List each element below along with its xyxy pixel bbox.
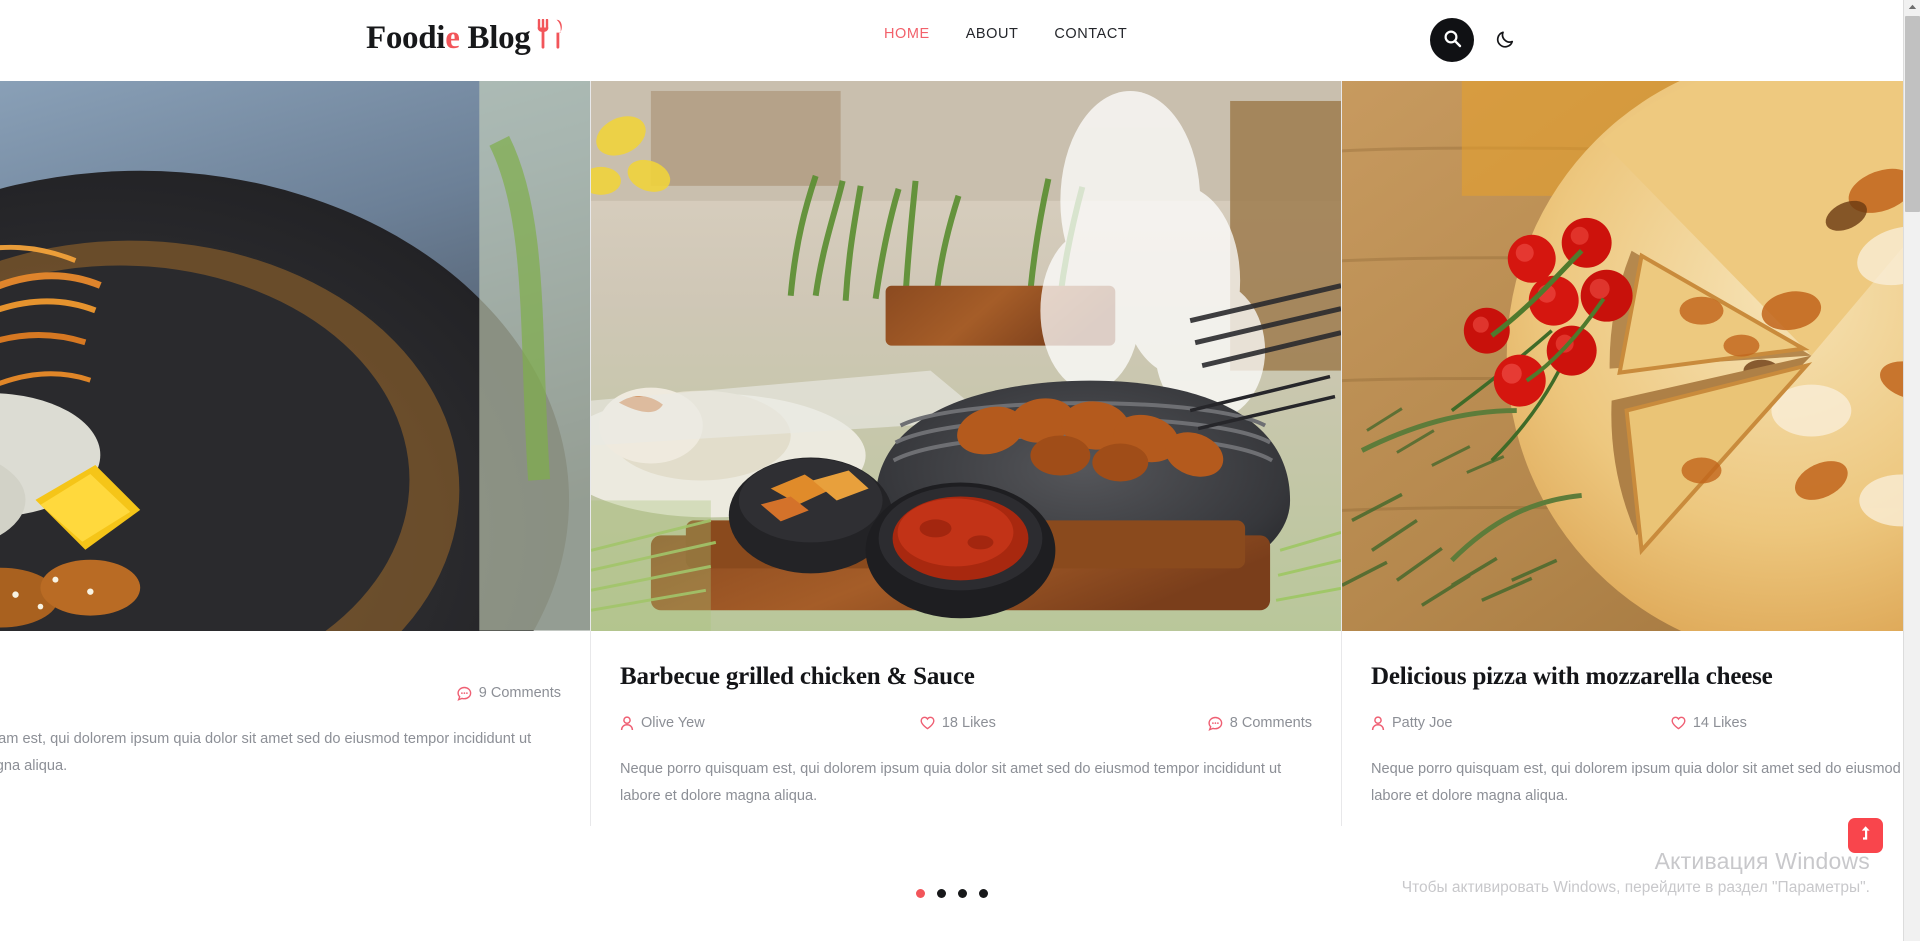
carousel-pagination (0, 889, 1903, 898)
post-likes-label: 18 Likes (941, 715, 996, 731)
brand-text: Foodie Blog (366, 20, 531, 57)
scroll-to-top-button[interactable] (1848, 818, 1883, 853)
post-comments-label: 8 Comments (1229, 715, 1312, 731)
post-carousel: 9 Comments Neque porro quisquam est, qui… (0, 81, 1903, 826)
nav-item-about-label: ABOUT (965, 26, 1019, 42)
post-excerpt: Neque porro quisquam est, qui dolorem ip… (0, 731, 532, 774)
post-likes: 18 Likes (920, 715, 1208, 731)
nav-item-home-label: HOME (884, 26, 930, 42)
user-icon (620, 715, 634, 731)
site-header: Foodie Blog HOME ABOUT CONTACT (0, 0, 1903, 81)
post-excerpt: Neque porro quisquam est, qui dolorem ip… (620, 761, 1282, 804)
post-meta: 9 Comments (0, 684, 561, 702)
post-comments: 9 Comments (457, 685, 561, 701)
comment-icon (457, 686, 472, 701)
post-body: 9 Comments Neque porro quisquam est, qui… (0, 632, 590, 826)
moon-icon (1496, 29, 1516, 52)
post-meta: Olive Yew 18 Likes 8 Comments (620, 714, 1312, 732)
brand-text-part2: Blog (459, 20, 531, 56)
post-card[interactable]: 9 Comments Neque porro quisquam est, qui… (0, 81, 591, 826)
windows-activation-title: Активация Windows (1654, 848, 1870, 874)
comment-icon (1208, 716, 1223, 731)
scrollbar-thumb[interactable] (1905, 16, 1920, 212)
post-title[interactable]: Delicious pizza with mozzarella cheese (1371, 662, 1903, 692)
arrow-up-icon (1857, 825, 1874, 846)
post-body: Barbecue grilled chicken & Sauce Olive Y… (591, 632, 1341, 826)
post-author-label: Olive Yew (641, 715, 705, 731)
post-likes: 14 Likes (1671, 715, 1903, 731)
post-body: Delicious pizza with mozzarella cheese P… (1342, 632, 1903, 826)
post-likes-label: 14 Likes (1692, 715, 1747, 731)
post-title[interactable]: Barbecue grilled chicken & Sauce (620, 662, 1312, 692)
browser-scrollbar[interactable] (1903, 0, 1920, 941)
nav-item-about[interactable]: ABOUT (966, 26, 1019, 42)
heart-icon (1671, 716, 1686, 730)
site-logo[interactable]: Foodie Blog (366, 18, 563, 57)
post-card[interactable]: Delicious pizza with mozzarella cheese P… (1342, 81, 1903, 826)
search-button[interactable] (1430, 18, 1474, 62)
post-comments-label: 9 Comments (478, 685, 561, 701)
carousel-dot-1[interactable] (915, 889, 925, 898)
post-author-label: Patty Joe (1392, 715, 1453, 731)
nav-item-contact-label: CONTACT (1054, 26, 1128, 42)
header-tools (1430, 18, 1522, 62)
carousel-dot-4[interactable] (978, 889, 988, 898)
page-root: Foodie Blog HOME ABOUT CONTACT 9 Comment… (0, 0, 1920, 941)
user-icon (1371, 715, 1385, 731)
search-icon (1443, 29, 1462, 51)
fork-knife-icon (536, 18, 563, 54)
post-image-asian-bowl[interactable] (0, 81, 590, 632)
carousel-dot-2[interactable] (936, 889, 946, 898)
heart-icon (920, 716, 935, 730)
post-image-barbecue-grill[interactable] (591, 81, 1341, 632)
post-card[interactable]: Barbecue grilled chicken & Sauce Olive Y… (591, 81, 1342, 826)
scrollbar-up-arrow-icon[interactable] (1904, 0, 1920, 14)
post-excerpt: Neque porro quisquam est, qui dolorem ip… (1371, 761, 1903, 804)
brand-text-part1: Foodi (366, 20, 446, 56)
post-image-pizza[interactable] (1342, 81, 1903, 632)
post-author: Olive Yew (620, 715, 920, 731)
nav-item-contact[interactable]: CONTACT (1054, 26, 1127, 42)
theme-toggle-button[interactable] (1490, 18, 1522, 62)
carousel-dot-3[interactable] (957, 889, 967, 898)
brand-text-accent: e (445, 20, 460, 56)
nav-item-home[interactable]: HOME (884, 26, 930, 42)
main-navigation: HOME ABOUT CONTACT (884, 26, 1127, 42)
post-comments: 8 Comments (1208, 715, 1312, 731)
post-author: Patty Joe (1371, 715, 1671, 731)
carousel-track[interactable]: 9 Comments Neque porro quisquam est, qui… (0, 81, 1903, 826)
post-meta: Patty Joe 14 Likes (1371, 714, 1903, 732)
